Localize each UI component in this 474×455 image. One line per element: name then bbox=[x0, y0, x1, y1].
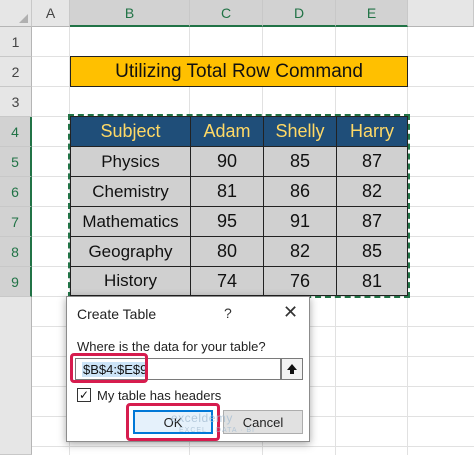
watermark-brand: exceldemy bbox=[171, 411, 233, 425]
row-header-7[interactable]: 7 bbox=[0, 207, 32, 237]
column-header-b[interactable]: B bbox=[70, 0, 190, 27]
close-button[interactable]: ✕ bbox=[283, 302, 298, 323]
column-header-empty bbox=[408, 0, 474, 27]
range-highlight-box bbox=[70, 353, 148, 383]
watermark-tagline: EXCEL · DATA · BI bbox=[179, 427, 255, 434]
data-table: Subject Adam Shelly Harry Physics 90 85 … bbox=[68, 114, 410, 298]
row-header-empty bbox=[0, 297, 32, 455]
select-all-corner[interactable] bbox=[0, 0, 32, 27]
headers-checkbox[interactable]: ✓ bbox=[77, 388, 91, 402]
collapse-dialog-button[interactable] bbox=[281, 358, 303, 380]
column-header-a[interactable]: A bbox=[32, 0, 70, 27]
up-arrow-collapse-icon bbox=[287, 364, 297, 374]
sheet-title-cell[interactable]: Utilizing Total Row Command bbox=[70, 56, 408, 87]
dialog-title: Create Table bbox=[77, 306, 157, 322]
gridline bbox=[32, 446, 474, 447]
selection-marquee bbox=[68, 114, 410, 298]
column-header-d[interactable]: D bbox=[263, 0, 336, 27]
row-header-6[interactable]: 6 bbox=[0, 177, 32, 207]
row-header-5[interactable]: 5 bbox=[0, 147, 32, 177]
select-all-triangle-icon bbox=[19, 14, 28, 23]
row-header-2[interactable]: 2 bbox=[0, 57, 32, 87]
create-table-dialog: Create Table ? ✕ Where is the data for y… bbox=[66, 296, 310, 442]
row-header-1[interactable]: 1 bbox=[0, 27, 32, 57]
headers-checkbox-label[interactable]: My table has headers bbox=[97, 388, 221, 403]
column-header-e[interactable]: E bbox=[336, 0, 408, 27]
checkmark-icon: ✓ bbox=[78, 388, 90, 402]
range-prompt-label: Where is the data for your table? bbox=[77, 339, 266, 354]
close-icon: ✕ bbox=[283, 302, 299, 322]
row-header-9[interactable]: 9 bbox=[0, 267, 32, 297]
row-header-4[interactable]: 4 bbox=[0, 117, 32, 147]
column-header-c[interactable]: C bbox=[190, 0, 263, 27]
row-header-3[interactable]: 3 bbox=[0, 87, 32, 117]
row-header-8[interactable]: 8 bbox=[0, 237, 32, 267]
sheet-title: Utilizing Total Row Command bbox=[115, 60, 363, 82]
help-button[interactable]: ? bbox=[224, 305, 232, 321]
